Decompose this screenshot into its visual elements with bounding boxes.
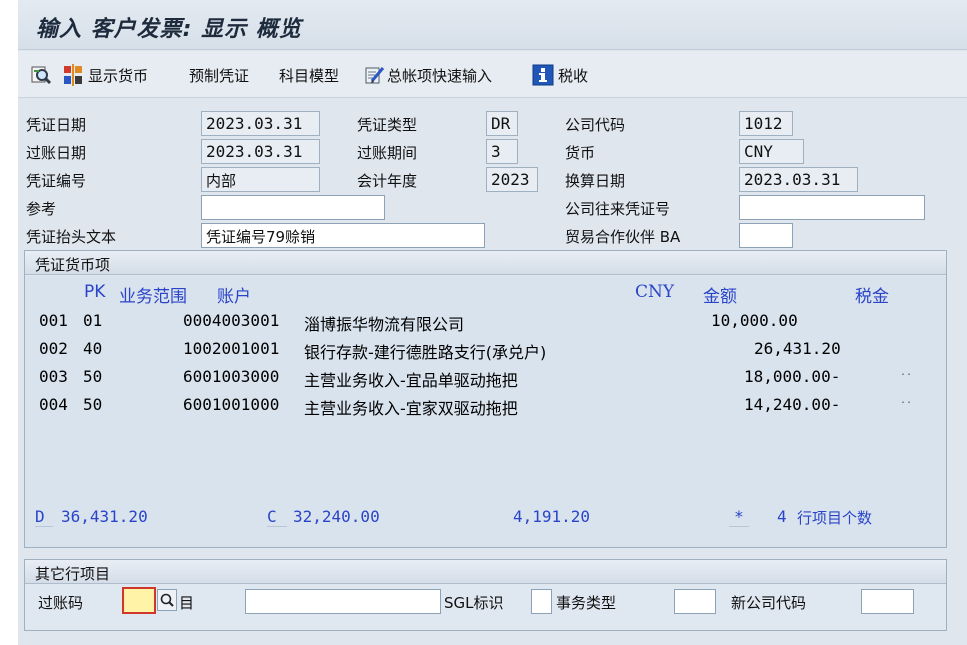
reference-input[interactable]	[201, 195, 385, 220]
doc-date-label: 凭证日期	[26, 116, 87, 134]
posting-date-label: 过账日期	[26, 144, 87, 162]
new-company-code-input[interactable]	[861, 589, 914, 614]
row-tax-indicator: ..	[900, 395, 913, 406]
row-text: 银行存款-建行德胜路支行(承兑户)	[304, 343, 547, 362]
search-icon	[160, 593, 174, 607]
fiscal-year-field[interactable]: 2023	[486, 167, 538, 192]
row-amount: 18,000.00-	[744, 367, 841, 386]
row-text: 主营业务收入-宜家双驱动拖把	[304, 399, 518, 418]
row-amount: 26,431.20	[754, 339, 841, 358]
account-input[interactable]	[245, 589, 441, 614]
header-text-label: 凭证抬头文本	[26, 228, 117, 246]
col-pk-header: PK	[84, 282, 106, 302]
magnifier-document-icon	[30, 64, 52, 86]
row-text: 淄博振华物流有限公司	[304, 315, 465, 334]
reference-label: 参考	[26, 200, 57, 218]
items-group-title: 凭证货币项	[25, 251, 946, 275]
debit-indicator: D	[35, 507, 53, 527]
row-pk: 50	[83, 367, 103, 386]
col-business-area-header: 业务范围	[119, 287, 187, 307]
transaction-type-label: 事务类型	[556, 594, 617, 612]
document-header-form: 凭证日期 2023.03.31 凭证类型 DR 公司代码 1012 过账日期 2…	[18, 99, 967, 645]
account-label: 目	[179, 594, 195, 612]
display-document-button[interactable]	[30, 63, 52, 87]
col-account-header: 账户	[217, 287, 251, 307]
transaction-type-input[interactable]	[674, 589, 716, 614]
tax-label: 税收	[558, 66, 589, 85]
posting-key-input[interactable]	[122, 587, 156, 614]
line-item-count: 4	[777, 507, 787, 526]
header-text-input[interactable]: 凭证编号79赊销	[201, 223, 485, 248]
gl-fast-entry-button[interactable]: 总帐项快速输入	[363, 63, 492, 87]
col-currency-header: CNY	[635, 282, 675, 302]
tax-button[interactable]: 税收	[532, 63, 588, 87]
page-title: 输入 客户发票: 显示 概览	[36, 17, 302, 42]
row-pk: 01	[83, 311, 103, 330]
document-items-group: 凭证货币项 PK 业务范围 账户 CNY 金额 税金 001 01 000400…	[24, 250, 947, 548]
row-line-no: 002	[39, 339, 68, 358]
line-item-count-label: 行项目个数	[797, 509, 873, 527]
currency-field[interactable]: CNY	[739, 139, 804, 164]
trading-partner-label: 贸易合作伙伴 BA	[565, 228, 681, 246]
row-pk: 40	[83, 339, 103, 358]
posting-key-label: 过账码	[38, 594, 84, 612]
pencil-document-icon	[363, 64, 385, 86]
trading-partner-input[interactable]	[739, 223, 793, 248]
row-line-no: 001	[39, 311, 68, 330]
intercompany-input[interactable]	[739, 195, 925, 220]
row-text: 主营业务收入-宜品单驱动拖把	[304, 371, 518, 390]
row-amount: 14,240.00-	[744, 395, 841, 414]
credit-indicator: C	[267, 507, 287, 527]
row-pk: 50	[83, 395, 103, 414]
park-document-button[interactable]: 预制凭证	[189, 63, 249, 87]
row-tax-indicator: ..	[900, 367, 913, 378]
row-account: 6001001000	[183, 395, 280, 414]
other-group-title: 其它行项目	[25, 560, 946, 584]
company-code-field[interactable]: 1012	[739, 111, 793, 136]
other-line-items-group: 其它行项目 过账码 目 SGL标识 事务类型 新公司代码	[24, 559, 947, 631]
application-toolbar: 显示货币 预制凭证 科目模型 总帐项快速输入 税收	[18, 51, 967, 98]
account-model-button[interactable]: 科目模型	[279, 63, 339, 87]
currency-label: 货币	[565, 144, 596, 162]
sap-window: 输入 客户发票: 显示 概览 显示货币 预制凭证 科目模型 总帐项快速输入 税收…	[18, 0, 967, 645]
items-list: PK 业务范围 账户 CNY 金额 税金 001 01 0004003001 淄…	[25, 276, 946, 547]
company-code-label: 公司代码	[565, 116, 626, 134]
doc-number-label: 凭证编号	[26, 172, 87, 190]
display-currency-button[interactable]: 显示货币	[62, 63, 148, 87]
account-model-label: 科目模型	[279, 66, 340, 85]
display-currency-label: 显示货币	[88, 66, 149, 85]
row-account: 0004003001	[183, 311, 280, 330]
row-line-no: 003	[39, 367, 68, 386]
gl-fast-entry-label: 总帐项快速输入	[387, 66, 493, 85]
intercompany-label: 公司往来凭证号	[565, 200, 671, 218]
row-amount: 10,000.00	[711, 311, 798, 330]
info-icon	[532, 64, 554, 86]
balance-status-indicator: *	[729, 507, 749, 527]
row-line-no: 004	[39, 395, 68, 414]
period-field[interactable]: 3	[486, 139, 518, 164]
period-label: 过账期间	[357, 144, 418, 162]
sgl-indicator-input[interactable]	[531, 589, 552, 614]
translation-date-field[interactable]: 2023.03.31	[739, 167, 858, 192]
row-account: 6001003000	[183, 367, 280, 386]
debit-total: 36,431.20	[61, 507, 148, 526]
park-document-label: 预制凭证	[189, 66, 250, 85]
posting-date-field[interactable]: 2023.03.31	[201, 139, 320, 164]
posting-key-search-help-button[interactable]	[157, 589, 177, 611]
translation-date-label: 换算日期	[565, 172, 626, 190]
doc-type-field[interactable]: DR	[486, 111, 518, 136]
sgl-indicator-label: SGL标识	[444, 594, 504, 612]
title-bar: 输入 客户发票: 显示 概览	[18, 0, 967, 50]
fiscal-year-label: 会计年度	[357, 172, 418, 190]
doc-date-field[interactable]: 2023.03.31	[201, 111, 320, 136]
hierarchy-icon	[62, 64, 84, 86]
balance-amount: 4,191.20	[513, 507, 591, 526]
col-amount-header: 金额	[703, 287, 737, 307]
row-account: 1002001001	[183, 339, 280, 358]
new-company-code-label: 新公司代码	[731, 594, 807, 612]
credit-total: 32,240.00	[293, 507, 380, 526]
doc-number-field[interactable]: 内部	[201, 167, 320, 192]
col-tax-header: 税金	[855, 287, 889, 307]
doc-type-label: 凭证类型	[357, 116, 418, 134]
